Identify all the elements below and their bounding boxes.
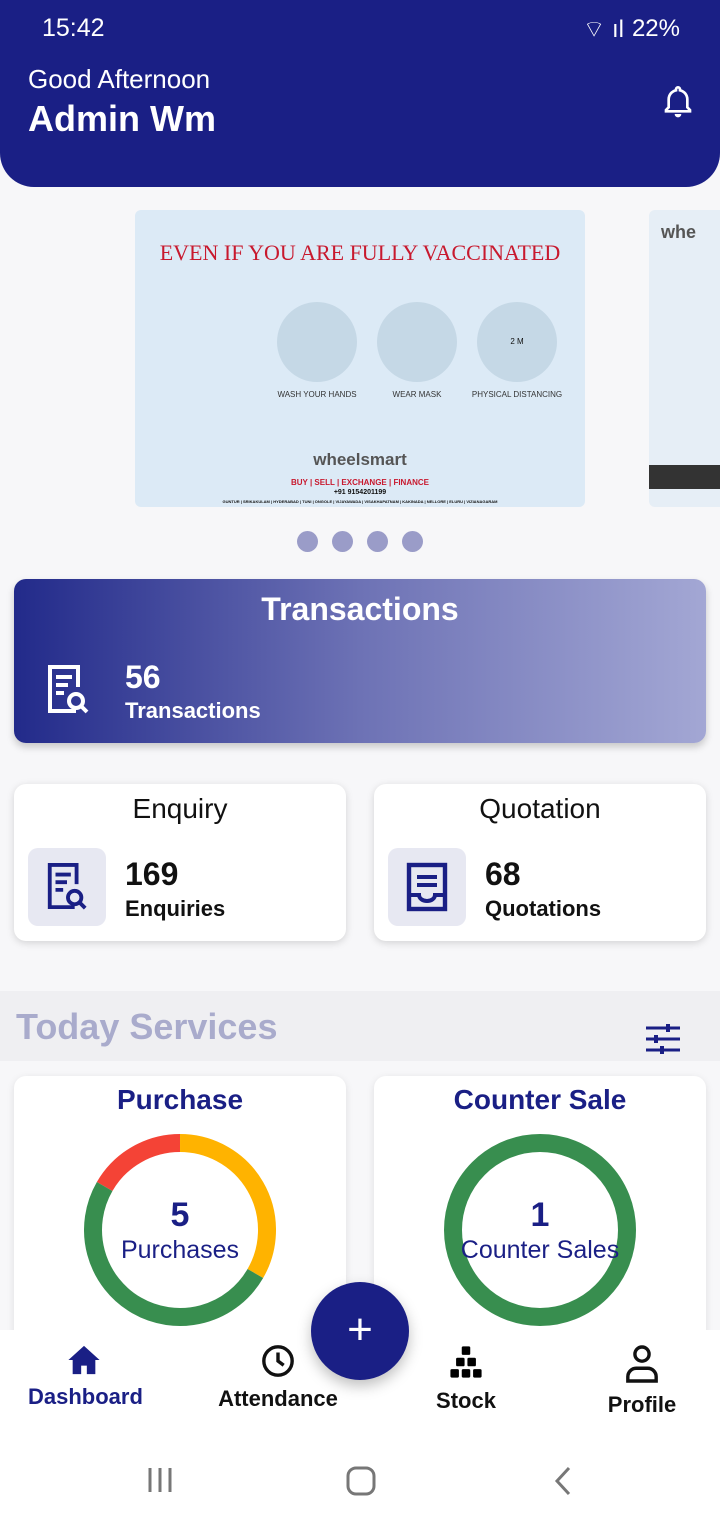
transactions-card[interactable]: Transactions 56 Transactions	[14, 579, 706, 743]
counter-sale-label: Counter Sales	[460, 1236, 620, 1264]
promo-banner[interactable]: EVEN IF YOU ARE FULLY VACCINATED 2 M WAS…	[135, 210, 585, 507]
user-name: Admin Wm	[28, 98, 216, 139]
caption: WEAR MASK	[392, 390, 442, 399]
nav-stock[interactable]: Stock	[430, 1330, 502, 1414]
enquiry-card[interactable]: Enquiry 169 Enquiries	[14, 784, 346, 941]
next-banner[interactable]: whe	[649, 210, 720, 507]
wash-hands-icon	[277, 302, 357, 382]
nav-label: Dashboard	[28, 1384, 143, 1409]
filter-sliders-icon[interactable]	[646, 1024, 680, 1054]
status-icons: ⌔ ıl 22%	[583, 14, 680, 44]
distancing-icon: 2 M	[477, 302, 557, 382]
add-fab-button[interactable]: +	[311, 1282, 409, 1380]
system-navigation	[0, 1440, 720, 1520]
nav-label: Attendance	[218, 1386, 338, 1411]
quotation-count: 68	[485, 856, 521, 892]
nav-dashboard[interactable]: Dashboard	[28, 1330, 143, 1410]
home-icon	[68, 1345, 100, 1375]
receipt-icon	[406, 862, 448, 912]
boxes-icon	[450, 1346, 482, 1378]
donut-segment-0	[96, 1134, 181, 1192]
transactions-title: Transactions	[261, 591, 459, 627]
banner-cities: GUNTUR | SRIKAKULAM | HYDERABAD | TUNI |…	[222, 499, 498, 504]
caption: WASH YOUR HANDS	[277, 390, 357, 399]
brand-logo: wheelsmart	[313, 450, 407, 469]
transactions-count: 56	[125, 659, 161, 695]
today-services-title: Today Services	[16, 1006, 278, 1047]
next-banner-text: whe	[661, 222, 697, 242]
transactions-label: Transactions	[125, 698, 261, 723]
banner-phone: +91 9154201199	[333, 489, 387, 496]
today-services-header: Today Services	[0, 991, 720, 1061]
person-icon	[626, 1345, 658, 1383]
nav-label: Stock	[436, 1388, 496, 1413]
banner-title: EVEN IF YOU ARE FULLY VACCINATED	[159, 240, 561, 265]
wifi-signal-icon: ⌔ ıl	[582, 16, 624, 43]
clock-icon	[262, 1345, 294, 1377]
nav-profile[interactable]: Profile	[600, 1330, 684, 1418]
caption: PHYSICAL DISTANCING	[471, 390, 563, 399]
document-search-icon	[47, 863, 87, 910]
quotation-title: Quotation	[479, 793, 601, 824]
quotation-card[interactable]: Quotation 68 Quotations	[374, 784, 706, 941]
counter-sale-title: Counter Sale	[453, 1084, 627, 1115]
back-icon[interactable]	[553, 1466, 573, 1496]
app-header: 15:42 ⌔ ıl 22% Good Afternoon Admin Wm	[0, 0, 720, 187]
enquiry-label: Enquiries	[125, 896, 226, 921]
enquiry-count: 169	[125, 856, 179, 892]
carousel-indicator[interactable]	[297, 531, 423, 552]
status-time: 15:42	[42, 14, 105, 42]
bell-icon[interactable]	[662, 84, 694, 120]
battery-level: 22%	[631, 15, 680, 42]
greeting: Good Afternoon	[28, 64, 211, 94]
counter-sale-count: 1	[530, 1196, 550, 1234]
banner-tagline: BUY | SELL | EXCHANGE | FINANCE	[291, 478, 429, 487]
purchase-count: 5	[170, 1196, 190, 1234]
quotation-label: Quotations	[485, 896, 602, 921]
document-search-icon	[48, 665, 89, 714]
purchase-title: Purchase	[116, 1084, 244, 1115]
nav-label: Profile	[607, 1392, 677, 1417]
purchase-label: Purchases	[120, 1236, 240, 1264]
mask-icon	[377, 302, 457, 382]
home-button-icon[interactable]	[346, 1466, 376, 1496]
enquiry-title: Enquiry	[132, 793, 228, 824]
recent-apps-icon[interactable]	[146, 1466, 174, 1494]
